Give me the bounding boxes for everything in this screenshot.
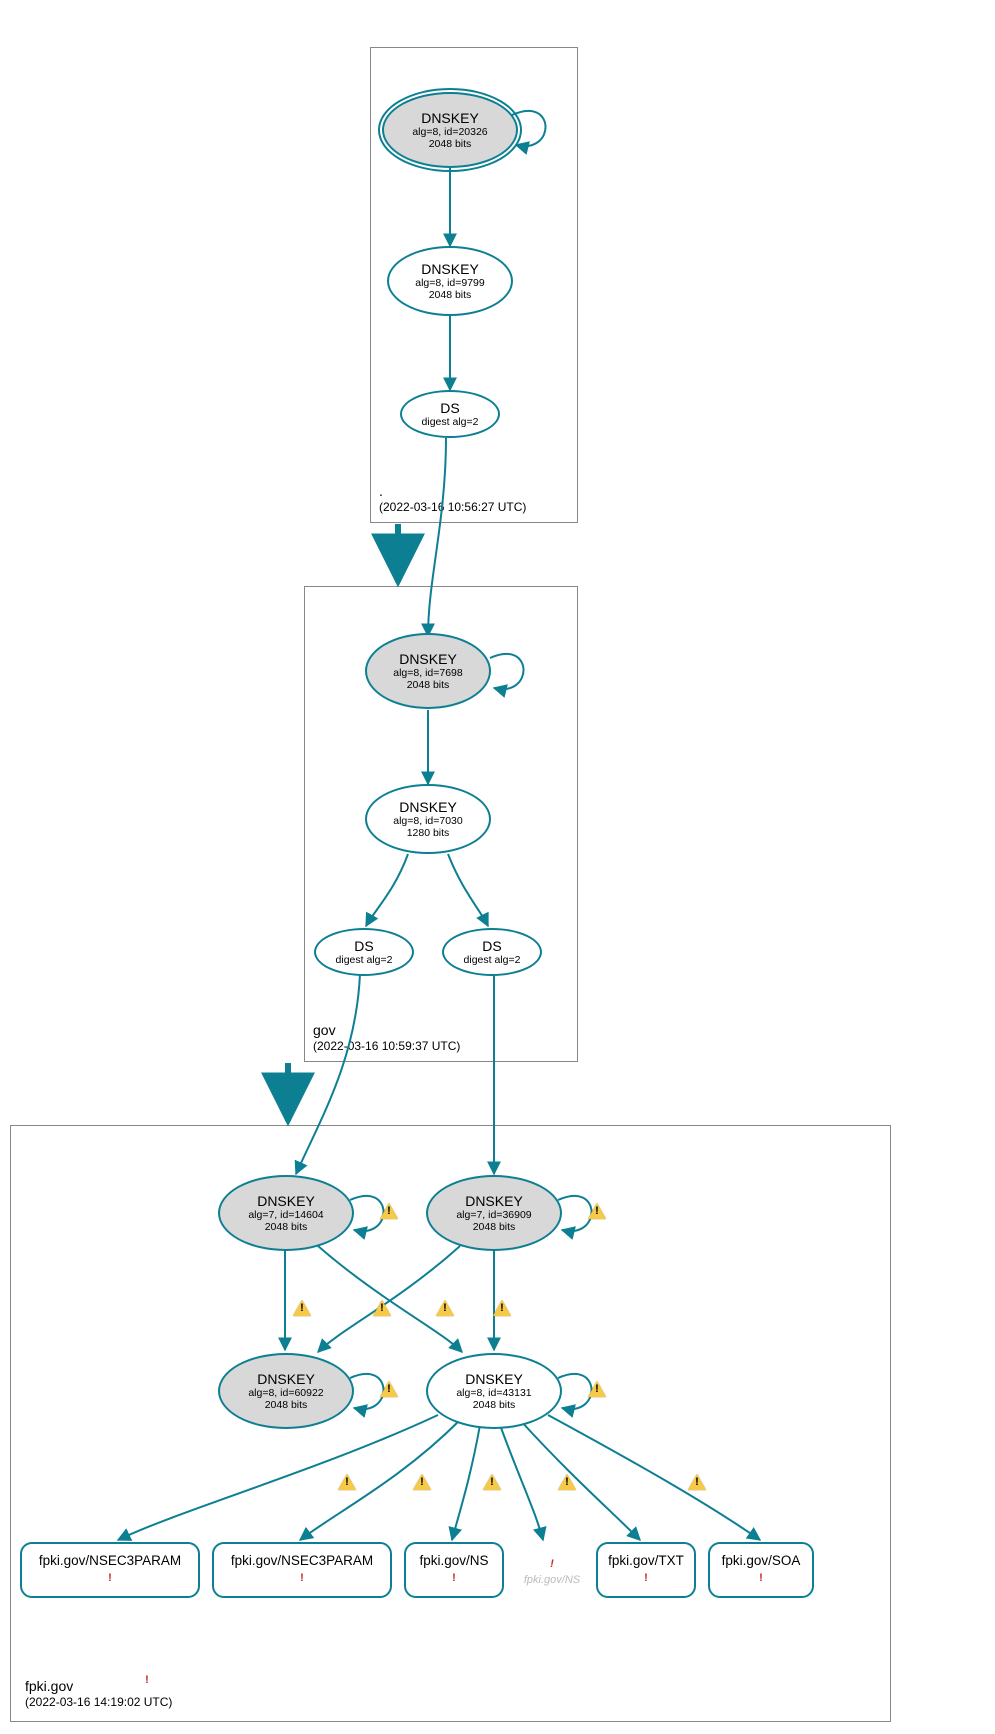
rrset-label: fpki.gov/SOA — [722, 1553, 801, 1568]
node-sub1: alg=7, id=36909 — [456, 1209, 531, 1221]
node-sub2: 2048 bits — [265, 1221, 308, 1233]
rrset-label: fpki.gov/NS — [419, 1553, 488, 1568]
node-title: DS — [482, 938, 501, 954]
zone-gov-label: gov (2022-03-16 10:59:37 UTC) — [313, 1021, 460, 1055]
warning-icon: ! — [380, 1203, 398, 1219]
node-title: DNSKEY — [421, 261, 479, 277]
error-icon: ! — [445, 1570, 463, 1586]
rrset-ns-insecure: ! fpki.gov/NS — [516, 1556, 588, 1586]
node-sub1: alg=8, id=7698 — [393, 667, 462, 679]
dnskey-fpki-k4: DNSKEY alg=8, id=43131 2048 bits — [426, 1353, 562, 1429]
node-title: DS — [354, 938, 373, 954]
zone-ts: (2022-03-16 10:56:27 UTC) — [379, 500, 526, 516]
node-sub1: alg=8, id=43131 — [456, 1387, 531, 1399]
warning-icon: ! — [558, 1474, 576, 1490]
node-sub1: alg=8, id=7030 — [393, 815, 462, 827]
node-title: DNSKEY — [257, 1371, 315, 1387]
error-icon: ! — [543, 1556, 561, 1572]
zone-root-label: . (2022-03-16 10:56:27 UTC) — [379, 482, 526, 516]
warning-icon: ! — [293, 1300, 311, 1316]
zone-ts: (2022-03-16 14:19:02 UTC) — [25, 1695, 172, 1711]
dnskey-root-zsk: DNSKEY alg=8, id=9799 2048 bits — [387, 246, 513, 316]
rrset-nsec3param-1: fpki.gov/NSEC3PARAM ! — [20, 1542, 200, 1598]
node-sub2: 2048 bits — [429, 138, 472, 150]
node-title: DS — [440, 400, 459, 416]
warning-icon: ! — [436, 1300, 454, 1316]
warning-icon: ! — [688, 1474, 706, 1490]
error-icon: ! — [752, 1570, 770, 1586]
dnskey-fpki-k2: DNSKEY alg=7, id=36909 2048 bits — [426, 1175, 562, 1251]
rrset-label: fpki.gov/NS — [524, 1574, 580, 1586]
warning-icon: ! — [588, 1381, 606, 1397]
warning-icon: ! — [413, 1474, 431, 1490]
node-sub2: 2048 bits — [407, 679, 450, 691]
node-title: DNSKEY — [465, 1371, 523, 1387]
warning-icon: ! — [588, 1203, 606, 1219]
error-icon: ! — [138, 1672, 156, 1688]
zone-ts: (2022-03-16 10:59:37 UTC) — [313, 1039, 460, 1055]
rrset-soa: fpki.gov/SOA ! — [708, 1542, 814, 1598]
warning-icon: ! — [380, 1381, 398, 1397]
node-sub1: alg=8, id=60922 — [248, 1387, 323, 1399]
node-sub2: 1280 bits — [407, 827, 450, 839]
node-sub2: 2048 bits — [429, 289, 472, 301]
node-sub1: digest alg=2 — [422, 416, 479, 428]
zone-name: gov — [313, 1021, 460, 1039]
dnskey-gov-zsk: DNSKEY alg=8, id=7030 1280 bits — [365, 784, 491, 854]
node-sub1: alg=8, id=20326 — [412, 126, 487, 138]
warning-icon: ! — [373, 1300, 391, 1316]
node-title: DNSKEY — [421, 110, 479, 126]
node-sub1: alg=8, id=9799 — [415, 277, 484, 289]
node-sub2: 2048 bits — [473, 1221, 516, 1233]
warning-icon: ! — [493, 1300, 511, 1316]
warning-icon: ! — [338, 1474, 356, 1490]
node-sub2: 2048 bits — [473, 1399, 516, 1411]
ds-root: DS digest alg=2 — [400, 390, 500, 438]
error-icon: ! — [101, 1570, 119, 1586]
node-title: DNSKEY — [399, 651, 457, 667]
node-title: DNSKEY — [465, 1193, 523, 1209]
node-title: DNSKEY — [399, 799, 457, 815]
node-title: DNSKEY — [257, 1193, 315, 1209]
node-sub1: digest alg=2 — [464, 954, 521, 966]
dnskey-gov-ksk: DNSKEY alg=8, id=7698 2048 bits — [365, 633, 491, 709]
dnskey-fpki-k3: DNSKEY alg=8, id=60922 2048 bits — [218, 1353, 354, 1429]
node-sub2: 2048 bits — [265, 1399, 308, 1411]
ds-gov-1: DS digest alg=2 — [314, 928, 414, 976]
rrset-label: fpki.gov/TXT — [608, 1553, 684, 1568]
node-sub1: alg=7, id=14604 — [248, 1209, 323, 1221]
rrset-nsec3param-2: fpki.gov/NSEC3PARAM ! — [212, 1542, 392, 1598]
warning-icon: ! — [483, 1474, 501, 1490]
node-sub1: digest alg=2 — [336, 954, 393, 966]
rrset-ns: fpki.gov/NS ! — [404, 1542, 504, 1598]
rrset-txt: fpki.gov/TXT ! — [596, 1542, 696, 1598]
rrset-label: fpki.gov/NSEC3PARAM — [39, 1553, 181, 1568]
dnskey-root-ksk: DNSKEY alg=8, id=20326 2048 bits — [382, 92, 518, 168]
rrset-label: fpki.gov/NSEC3PARAM — [231, 1553, 373, 1568]
ds-gov-2: DS digest alg=2 — [442, 928, 542, 976]
error-icon: ! — [637, 1570, 655, 1586]
zone-name: . — [379, 482, 526, 500]
error-icon: ! — [293, 1570, 311, 1586]
dnskey-fpki-k1: DNSKEY alg=7, id=14604 2048 bits — [218, 1175, 354, 1251]
